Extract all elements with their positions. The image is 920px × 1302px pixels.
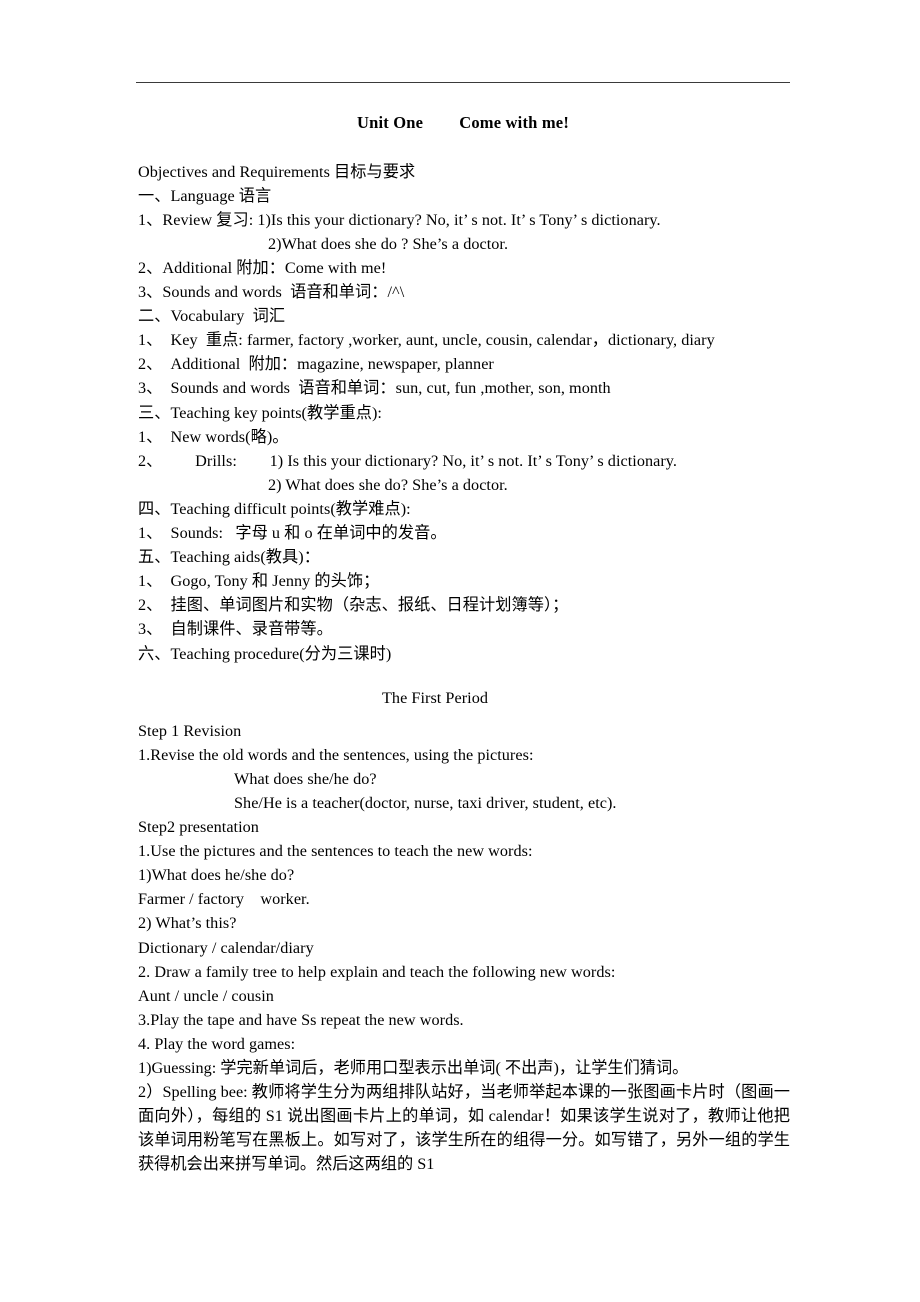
step1-item-1: 1.Revise the old words and the sentences…: [138, 745, 534, 764]
step1-heading: Step 1 Revision: [138, 721, 242, 740]
step2-heading: Step2 presentation: [138, 818, 259, 837]
title-lesson: Come with me!: [459, 113, 570, 132]
procedure-heading: 六、Teaching procedure(分为三课时): [138, 644, 392, 663]
spacer-after-period: [138, 710, 798, 719]
vocabulary-heading: 二、Vocabulary 词汇: [138, 307, 286, 326]
step2-answer-2: Dictionary / calendar/diary: [138, 938, 314, 957]
teaching-aids-item-1: 1、 Gogo, Tony 和 Jenny 的头饰；: [138, 572, 380, 591]
language-heading: 一、Language 语言: [138, 186, 272, 205]
teaching-aids-item-2: 2、 挂图、单词图片和实物（杂志、报纸、日程计划簿等）；: [138, 596, 569, 615]
key-points-new-words: 1、 New words(略)。: [138, 427, 289, 446]
header-rule: [136, 82, 790, 83]
difficult-points-heading: 四、Teaching difficult points(教学难点):: [138, 499, 411, 518]
key-points-drills-2: 2) What does she do? She’s a doctor.: [268, 475, 508, 494]
step2-item-3: 3.Play the tape and have Ss repeat the n…: [138, 1010, 464, 1029]
document-page: Unit One Come with me! Objectives and Req…: [0, 0, 920, 1302]
objectives-additional: 2、Additional 附加：Come with me!: [138, 259, 387, 277]
page-title: Unit One Come with me!: [138, 104, 798, 134]
review-line-1: 1、Review 复习: 1)Is this your dictionary? …: [138, 210, 661, 229]
document-body: Unit One Come with me! Objectives and Req…: [138, 104, 798, 1176]
objectives-sounds-words: 3、Sounds and words 语音和单词：/^\: [138, 283, 405, 302]
vocabulary-sounds-words: 3、 Sounds and words 语音和单词：sun, cut, fun …: [138, 379, 611, 398]
key-points-drills-1: 2、 Drills: 1) Is this your dictionary? N…: [138, 451, 677, 470]
step2-question-1: 1)What does he/she do?: [138, 866, 295, 885]
step1-answer: She/He is a teacher(doctor, nurse, taxi …: [234, 793, 617, 812]
first-period-heading: The First Period: [381, 688, 488, 707]
difficult-points-sounds: 1、 Sounds: 字母 u 和 o 在单词中的发音。: [138, 524, 447, 543]
objectives-heading: Objectives and Requirements 目标与要求: [138, 162, 416, 181]
step2-item-4: 4. Play the word games:: [138, 1034, 296, 1053]
spacer-before-period: [138, 666, 798, 686]
word-game-guessing: 1)Guessing: 学完新单词后，老师用口型表示出单词( 不出声)，让学生们…: [138, 1059, 689, 1077]
vocabulary-key: 1、 Key 重点: farmer, factory ,worker, aunt…: [138, 331, 715, 350]
step2-item-2: 2. Draw a family tree to help explain an…: [138, 962, 616, 981]
title-unit: Unit One: [356, 113, 424, 132]
teaching-aids-item-3: 3、 自制课件、录音带等。: [138, 620, 333, 639]
spacer-after-title: [138, 134, 798, 160]
step2-item-1: 1.Use the pictures and the sentences to …: [138, 842, 533, 861]
step2-answer-1: Farmer / factory worker.: [138, 890, 310, 909]
word-game-spelling-bee: 2）Spelling bee: 教师将学生分为两组排队站好，当老师举起本课的一张…: [138, 1083, 790, 1174]
teaching-aids-heading: 五、Teaching aids(教具)：: [138, 548, 320, 567]
vocabulary-additional: 2、 Additional 附加：magazine, newspaper, pl…: [138, 355, 494, 374]
key-points-heading: 三、Teaching key points(教学重点):: [138, 403, 382, 422]
step2-answer-3: Aunt / uncle / cousin: [138, 986, 274, 1005]
step2-question-2: 2) What’s this?: [138, 914, 237, 933]
step1-question: What does she/he do?: [234, 769, 377, 788]
review-line-2: 2)What does she do ? She’s a doctor.: [268, 234, 509, 253]
